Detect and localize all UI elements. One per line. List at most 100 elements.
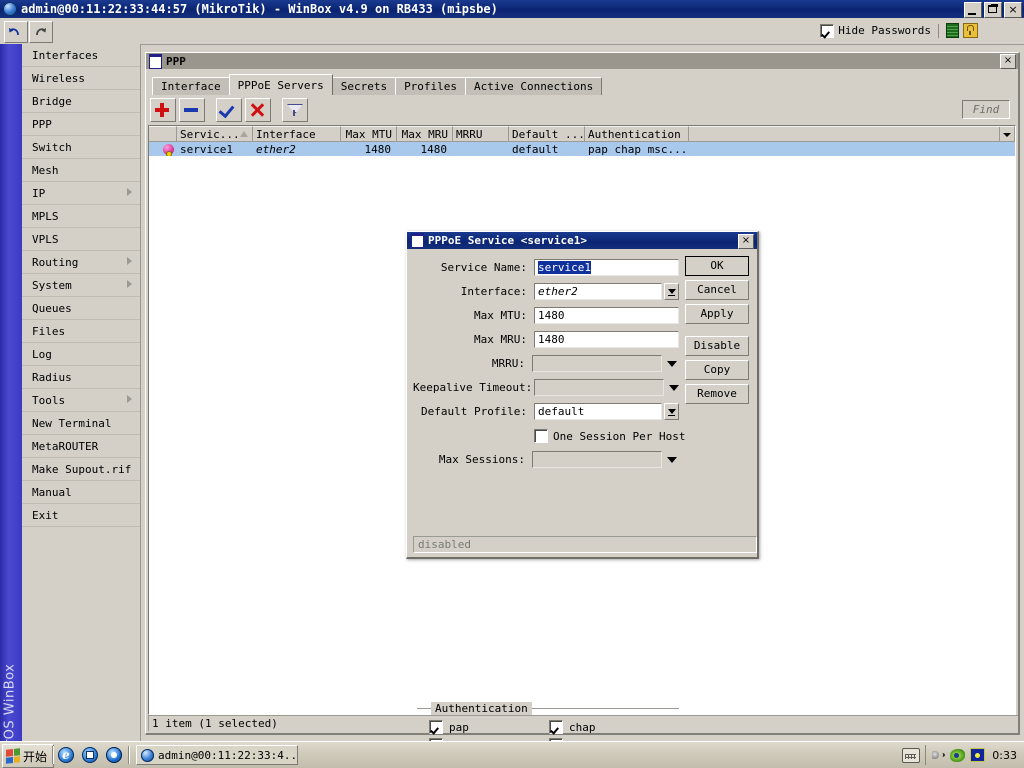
sort-ascending-icon bbox=[240, 131, 248, 137]
add-button[interactable] bbox=[150, 98, 176, 122]
copy-button[interactable]: Copy bbox=[685, 360, 749, 380]
default-profile-dropdown-button[interactable] bbox=[664, 403, 679, 420]
interface-input[interactable]: ether2 bbox=[534, 283, 662, 300]
one-session-per-host-checkbox[interactable] bbox=[534, 429, 548, 443]
auth-option-chap[interactable]: chap bbox=[549, 720, 669, 734]
table-body: service1 ether2 1480 1480 default pap chap ms… bbox=[149, 142, 1015, 156]
disable-button[interactable]: Disable bbox=[685, 336, 749, 356]
enable-button[interactable] bbox=[216, 98, 242, 122]
max-mru-input[interactable]: 1480 bbox=[534, 331, 679, 348]
tab-interface[interactable]: Interface bbox=[152, 77, 230, 95]
chevron-right-icon bbox=[127, 395, 132, 403]
table-header-max-mru[interactable]: Max MRU bbox=[397, 126, 453, 141]
ppp-close-button[interactable]: × bbox=[1000, 54, 1016, 69]
hide-passwords-control[interactable]: Hide Passwords bbox=[820, 23, 978, 38]
cancel-button[interactable]: Cancel bbox=[685, 280, 749, 300]
tab-secrets[interactable]: Secrets bbox=[331, 77, 397, 95]
authentication-group-title: Authentication bbox=[431, 702, 532, 715]
internet-explorer-icon[interactable] bbox=[58, 747, 74, 763]
sidebar-item-wireless[interactable]: Wireless bbox=[22, 67, 140, 90]
sidebar-item-system[interactable]: System bbox=[22, 274, 140, 297]
sidebar-item-manual[interactable]: Manual bbox=[22, 481, 140, 504]
sidebar-item-mesh[interactable]: Mesh bbox=[22, 159, 140, 182]
redo-button[interactable] bbox=[29, 21, 53, 43]
sidebar-item-bridge[interactable]: Bridge bbox=[22, 90, 140, 113]
max-sessions-dropdown-arrow[interactable] bbox=[665, 451, 679, 468]
column-chooser-button[interactable] bbox=[999, 127, 1014, 141]
keepalive-dropdown-arrow[interactable] bbox=[667, 379, 681, 396]
column-label: Default ... bbox=[512, 127, 585, 141]
mrru-input[interactable] bbox=[532, 355, 662, 372]
green-bars-icon[interactable] bbox=[946, 23, 959, 38]
table-row[interactable]: service1 ether2 1480 1480 default pap chap ms… bbox=[149, 142, 1015, 156]
sidebar-item-ip[interactable]: IP bbox=[22, 182, 140, 205]
sidebar-item-routing[interactable]: Routing bbox=[22, 251, 140, 274]
table-header-mrru[interactable]: MRRU bbox=[453, 126, 509, 141]
network-icon[interactable] bbox=[970, 748, 986, 762]
hide-passwords-checkbox[interactable] bbox=[820, 23, 835, 38]
remove-button[interactable] bbox=[179, 98, 205, 122]
tab-pppoe-servers[interactable]: PPPoE Servers bbox=[228, 74, 333, 95]
disable-button[interactable] bbox=[245, 98, 271, 122]
padlock-icon[interactable] bbox=[963, 23, 978, 38]
dialog-close-button[interactable]: × bbox=[738, 234, 754, 249]
apply-button[interactable]: Apply bbox=[685, 304, 749, 324]
sidebar-menu: Interfaces Wireless Bridge PPP Switch Mesh IP M… bbox=[22, 44, 141, 742]
sidebar-item-ppp[interactable]: PPP bbox=[22, 113, 140, 136]
start-button[interactable]: 开始 bbox=[2, 744, 55, 768]
sidebar-item-mpls[interactable]: MPLS bbox=[22, 205, 140, 228]
sidebar-item-log[interactable]: Log bbox=[22, 343, 140, 366]
taskbar-window-button[interactable]: admin@00:11:22:33:4... bbox=[136, 745, 298, 765]
sidebar-item-vpls[interactable]: VPLS bbox=[22, 228, 140, 251]
sidebar-item-radius[interactable]: Radius bbox=[22, 366, 140, 389]
table-header-authentication[interactable]: Authentication bbox=[585, 126, 689, 141]
auth-pap-checkbox[interactable] bbox=[429, 720, 443, 734]
sidebar-item-label: Files bbox=[32, 324, 66, 338]
sidebar-item-queues[interactable]: Queues bbox=[22, 297, 140, 320]
ppp-list-toolbar bbox=[150, 98, 311, 122]
sidebar-item-files[interactable]: Files bbox=[22, 320, 140, 343]
media-player-icon[interactable] bbox=[106, 747, 122, 763]
table-header-max-mtu[interactable]: Max MTU bbox=[341, 126, 397, 141]
volume-icon[interactable] bbox=[931, 748, 946, 762]
quicklaunch-divider-left bbox=[52, 746, 54, 764]
keepalive-timeout-input[interactable] bbox=[534, 379, 664, 396]
find-input[interactable]: Find bbox=[962, 100, 1010, 119]
filter-button[interactable] bbox=[282, 98, 308, 122]
sidebar-item-make-supout-rif[interactable]: Make Supout.rif bbox=[22, 458, 140, 481]
clock[interactable]: 0:33 bbox=[990, 749, 1017, 762]
one-session-per-host-row[interactable]: One Session Per Host bbox=[534, 429, 685, 443]
tab-profiles[interactable]: Profiles bbox=[395, 77, 467, 95]
sidebar-item-metarouter[interactable]: MetaROUTER bbox=[22, 435, 140, 458]
sidebar-item-exit[interactable]: Exit bbox=[22, 504, 140, 527]
tab-label: Secrets bbox=[340, 80, 388, 93]
winbox-globe-icon bbox=[3, 2, 17, 16]
table-header-default[interactable]: Default ... bbox=[509, 126, 585, 141]
undo-button[interactable] bbox=[4, 21, 28, 43]
minimize-button[interactable] bbox=[964, 2, 982, 18]
table-header-servic[interactable]: Servic... bbox=[177, 126, 253, 141]
ok-button[interactable]: OK bbox=[685, 256, 749, 276]
sidebar-item-label: Radius bbox=[32, 370, 72, 384]
service-name-input[interactable]: service1 bbox=[534, 259, 679, 276]
default-profile-input[interactable]: default bbox=[534, 403, 662, 420]
nvidia-icon[interactable] bbox=[950, 748, 966, 762]
sidebar-item-interfaces[interactable]: Interfaces bbox=[22, 44, 140, 67]
row-flags bbox=[149, 142, 177, 156]
sidebar-item-switch[interactable]: Switch bbox=[22, 136, 140, 159]
max-sessions-input[interactable] bbox=[532, 451, 662, 468]
remove-button[interactable]: Remove bbox=[685, 384, 749, 404]
tab-active-connections[interactable]: Active Connections bbox=[465, 77, 603, 95]
auth-option-pap[interactable]: pap bbox=[429, 720, 549, 734]
show-desktop-icon[interactable] bbox=[82, 747, 98, 763]
max-mtu-input[interactable]: 1480 bbox=[534, 307, 679, 324]
keyboard-icon[interactable] bbox=[902, 747, 921, 763]
table-header-interface[interactable]: Interface bbox=[253, 126, 341, 141]
auth-chap-checkbox[interactable] bbox=[549, 720, 563, 734]
mrru-dropdown-arrow[interactable] bbox=[665, 355, 679, 372]
close-button[interactable]: × bbox=[1004, 2, 1022, 18]
sidebar-item-tools[interactable]: Tools bbox=[22, 389, 140, 412]
sidebar-item-new-terminal[interactable]: New Terminal bbox=[22, 412, 140, 435]
interface-dropdown-button[interactable] bbox=[664, 283, 679, 300]
restore-button[interactable] bbox=[984, 2, 1002, 18]
